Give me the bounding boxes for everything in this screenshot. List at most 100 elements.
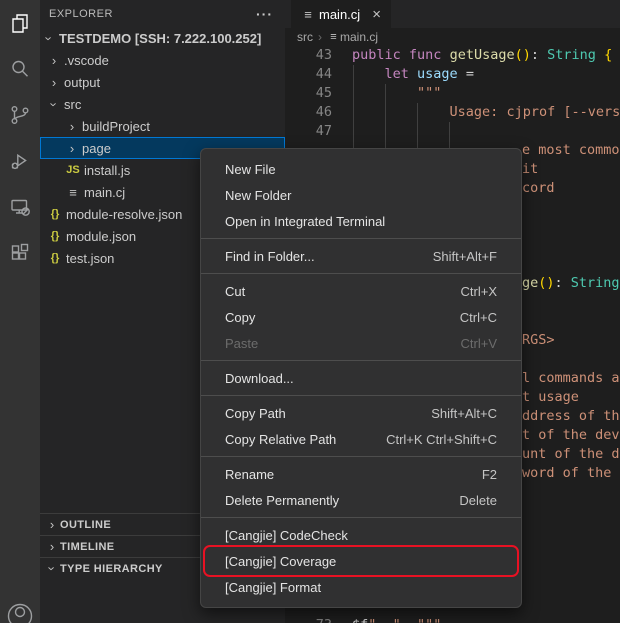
explorer-icon[interactable] xyxy=(0,0,40,46)
tab-main-cj[interactable]: ≡ main.cj × xyxy=(291,0,391,28)
line-number: 73 xyxy=(285,616,332,623)
menu-item-shortcut: Shift+Alt+C xyxy=(407,406,497,421)
tree-item-output[interactable]: ›output xyxy=(40,71,285,93)
file-icon: ≡ xyxy=(327,31,340,43)
code-token: let xyxy=(385,66,409,82)
close-icon[interactable]: × xyxy=(372,6,381,23)
code-fragment: ge(): String xyxy=(522,274,620,293)
code-line: 43public func getUsage(): String { xyxy=(285,46,620,65)
code-token: : xyxy=(555,275,571,291)
code-token: getUsage xyxy=(450,47,515,63)
code-token: Usage: cjprof [--version xyxy=(450,104,620,120)
source-control-icon[interactable] xyxy=(0,92,40,138)
chevron-icon: › xyxy=(46,53,62,68)
menu-item-cangjie-format[interactable]: [Cangjie] Format xyxy=(206,574,516,600)
menu-item-cangjie-codecheck[interactable]: [Cangjie] CodeCheck xyxy=(206,522,516,548)
context-menu: New File New Folder Open in Integrated Ter… xyxy=(200,148,522,608)
tree-item-vscode[interactable]: ›.vscode xyxy=(40,49,285,71)
section-label: OUTLINE xyxy=(60,519,111,531)
breadcrumb-folder[interactable]: src xyxy=(297,30,313,44)
tree-item-src[interactable]: ›src xyxy=(40,93,285,115)
menu-item-delete-permanently[interactable]: Delete PermanentlyDelete xyxy=(206,487,516,513)
code-token: : xyxy=(531,47,547,63)
code-token: cord xyxy=(522,180,555,196)
menu-item-shortcut: Ctrl+X xyxy=(437,284,497,299)
menu-item-label: [Cangjie] CodeCheck xyxy=(225,528,348,543)
code-token: = xyxy=(458,66,474,82)
menu-separator xyxy=(201,273,521,274)
menu-item-shortcut: F2 xyxy=(458,467,497,482)
code-token: word of the d xyxy=(522,465,620,481)
tree-item-label: src xyxy=(64,97,81,112)
code-token: l commands are xyxy=(522,370,620,386)
tree-item-label: page xyxy=(82,141,111,156)
menu-item-label: [Cangjie] Format xyxy=(225,580,321,595)
menu-item-label: Open in Integrated Terminal xyxy=(225,214,385,229)
code-token xyxy=(441,47,449,63)
code-fragment: ddress of the xyxy=(522,407,620,426)
tree-item-label: main.cj xyxy=(84,185,125,200)
code-fragment: t usage xyxy=(522,388,579,407)
search-icon[interactable] xyxy=(0,46,40,92)
menu-item-copy[interactable]: CopyCtrl+C xyxy=(206,304,516,330)
code-token: ".."..""" xyxy=(368,617,441,623)
code-token: public xyxy=(352,47,401,63)
menu-item-new-folder[interactable]: New Folder xyxy=(206,182,516,208)
menu-item-copy-relative-path[interactable]: Copy Relative Path Ctrl+K Ctrl+Shift+C xyxy=(206,426,516,452)
json-file-icon: {} xyxy=(46,252,64,264)
code-fragment: l commands are xyxy=(522,369,620,388)
menu-item-label: Find in Folder... xyxy=(225,249,315,264)
extensions-icon[interactable] xyxy=(0,230,40,276)
menu-item-label: Copy Relative Path xyxy=(225,432,336,447)
code-token: func xyxy=(409,47,442,63)
chevron-right-icon: › xyxy=(318,30,322,44)
code-fragment: t of the devic xyxy=(522,426,620,445)
menu-separator xyxy=(201,360,521,361)
code-fragment: e most common xyxy=(522,141,620,160)
tree-item-buildproject[interactable]: ›buildProject xyxy=(40,115,285,137)
tree-item-label: module-resolve.json xyxy=(66,207,182,222)
code-token xyxy=(596,47,604,63)
code-fragment: 73$f".."..""" xyxy=(285,616,441,623)
run-debug-icon[interactable] xyxy=(0,138,40,184)
tree-item-label: install.js xyxy=(84,163,130,178)
line-content: """ xyxy=(332,84,441,103)
menu-item-shortcut: Delete xyxy=(435,493,497,508)
code-token: it xyxy=(522,161,538,177)
menu-item-shortcut: Ctrl+K Ctrl+Shift+C xyxy=(362,432,497,447)
menu-item-new-file[interactable]: New File xyxy=(206,156,516,182)
code-area[interactable]: 43public func getUsage(): String {44 let… xyxy=(285,46,620,141)
menu-item-paste: PasteCtrl+V xyxy=(206,330,516,356)
menu-item-open-in-integrated-terminal[interactable]: Open in Integrated Terminal xyxy=(206,208,516,234)
code-token: String xyxy=(547,47,596,63)
line-content: Usage: cjprof [--version xyxy=(332,103,620,122)
menu-item-rename[interactable]: RenameF2 xyxy=(206,461,516,487)
line-number: 43 xyxy=(285,46,332,65)
chevron-icon: › xyxy=(64,119,80,134)
menu-item-find-in-folder[interactable]: Find in Folder...Shift+Alt+F xyxy=(206,243,516,269)
tab-label: main.cj xyxy=(319,7,360,22)
tree-root-label: TESTDEMO [SSH: 7.222.100.252] xyxy=(59,31,261,46)
tree-root-testdemo-ssh-7-222-100-252[interactable]: ›TESTDEMO [SSH: 7.222.100.252] xyxy=(40,27,285,49)
account-icon[interactable] xyxy=(3,599,37,623)
tab-strip: ≡ main.cj × xyxy=(285,0,620,28)
menu-item-label: Cut xyxy=(225,284,245,299)
menu-item-cut[interactable]: Cut Ctrl+X xyxy=(206,278,516,304)
code-token: ddress of the xyxy=(522,408,620,424)
chevron-icon: › xyxy=(64,141,80,156)
activity-bar xyxy=(0,0,40,623)
json-file-icon: {} xyxy=(46,230,64,242)
menu-item-cangjie-coverage[interactable]: [Cangjie] Coverage xyxy=(206,548,516,574)
code-token: usage xyxy=(417,66,458,82)
menu-item-label: New File xyxy=(225,162,276,177)
more-actions-icon[interactable]: ··· xyxy=(256,9,273,19)
menu-item-copy-path[interactable]: Copy PathShift+Alt+C xyxy=(206,400,516,426)
menu-item-download[interactable]: Download... xyxy=(206,365,516,391)
code-token xyxy=(409,66,417,82)
breadcrumb-file[interactable]: main.cj xyxy=(340,30,378,44)
menu-item-shortcut: Ctrl+C xyxy=(436,310,497,325)
remote-explorer-icon[interactable] xyxy=(0,184,40,230)
indent-guide xyxy=(353,65,354,160)
menu-item-label: Paste xyxy=(225,336,258,351)
code-line: 46 Usage: cjprof [--version xyxy=(285,103,620,122)
